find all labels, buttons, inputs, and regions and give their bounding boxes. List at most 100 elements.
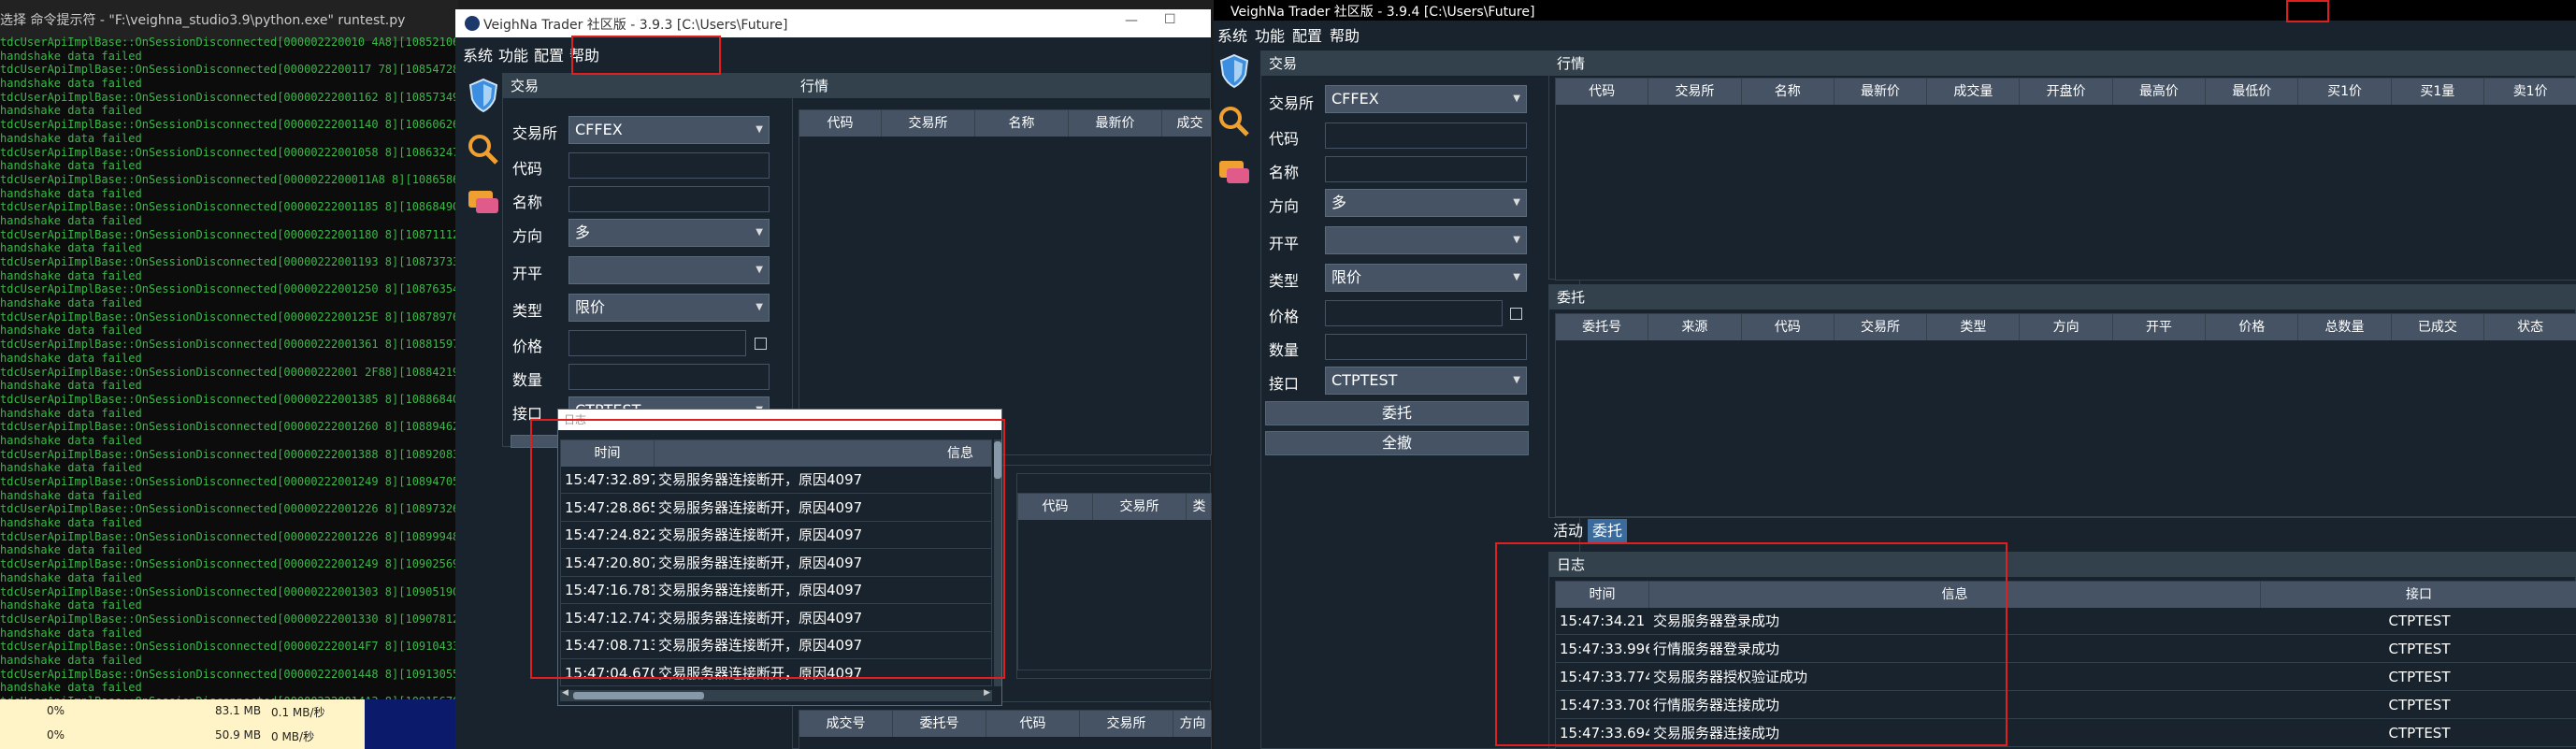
symbol-input[interactable] bbox=[568, 152, 770, 179]
log-row[interactable]: 15:47:33.996 行情服务器登录成功 CTPTEST bbox=[1556, 636, 2576, 663]
col-direction[interactable]: 方向 bbox=[1173, 711, 1211, 737]
menu-config[interactable]: 配置 bbox=[1292, 23, 1322, 46]
col-time[interactable]: 时间 bbox=[561, 440, 655, 467]
col-order-1[interactable]: 来源 bbox=[1648, 314, 1742, 340]
price-input[interactable] bbox=[1325, 300, 1503, 326]
chat-icon[interactable] bbox=[1216, 155, 1253, 193]
volume-input[interactable] bbox=[568, 364, 770, 390]
log-row[interactable]: 15:47:33.694 交易服务器连接成功 CTPTEST bbox=[1556, 720, 2576, 747]
col-market-10[interactable]: 卖1价 bbox=[2484, 79, 2576, 105]
shield-icon[interactable] bbox=[1216, 52, 1253, 90]
maximize-icon[interactable]: ☐ bbox=[1164, 12, 1176, 27]
name-input[interactable] bbox=[1325, 156, 1527, 182]
col-market-9[interactable]: 买1量 bbox=[2392, 79, 2484, 105]
col-order-3[interactable]: 交易所 bbox=[1835, 314, 1928, 340]
offset-select[interactable]: ▼ bbox=[1325, 226, 1527, 254]
log-popup-row[interactable]: 15:47:24.822 交易服务器连接断开，原因4097 bbox=[561, 522, 991, 549]
symbol-input[interactable] bbox=[1325, 122, 1527, 149]
col-gateway[interactable]: 接口 bbox=[2261, 582, 2576, 608]
log-popup-row[interactable]: 15:47:04.670 交易服务器连接断开，原因4097 bbox=[561, 660, 991, 686]
log-popup-row[interactable]: 15:47:12.747 交易服务器连接断开，原因4097 bbox=[561, 605, 991, 632]
col-time[interactable]: 时间 bbox=[1556, 582, 1649, 608]
cancel-all-button[interactable]: 全撤 bbox=[1265, 431, 1529, 455]
col-message[interactable]: 信息 bbox=[655, 440, 991, 467]
log-row[interactable]: 15:47:34.21 交易服务器登录成功 CTPTEST bbox=[1556, 608, 2576, 635]
col-name[interactable]: 名称 bbox=[975, 110, 1069, 137]
scroll-right-icon[interactable]: ▶ bbox=[984, 688, 990, 698]
col-order-10[interactable]: 状态 bbox=[2484, 314, 2576, 340]
log-row[interactable]: 15:47:33.708 行情服务器连接成功 CTPTEST bbox=[1556, 692, 2576, 719]
popup-scrollbar[interactable] bbox=[994, 439, 1001, 686]
direction-select[interactable]: 多 ▼ bbox=[568, 219, 770, 247]
tab-all-orders[interactable]: 委托 bbox=[1588, 519, 1628, 543]
menu-help[interactable]: 帮助 bbox=[1330, 23, 1360, 46]
gateway-label: 接口 bbox=[1269, 375, 1300, 393]
col-market-3[interactable]: 最新价 bbox=[1835, 79, 1928, 105]
col-market-8[interactable]: 买1价 bbox=[2298, 79, 2392, 105]
col-type[interactable]: 类 bbox=[1187, 494, 1211, 520]
direction-select[interactable]: 多 ▼ bbox=[1325, 189, 1527, 217]
col-market-2[interactable]: 名称 bbox=[1742, 79, 1835, 105]
col-symbol[interactable]: 代码 bbox=[1018, 494, 1093, 520]
price-checkbox[interactable] bbox=[755, 338, 767, 350]
exchange-select[interactable]: CFFEX ▼ bbox=[1325, 85, 1527, 113]
gateway-select[interactable]: CTPTEST ▼ bbox=[1325, 367, 1527, 395]
name-input[interactable] bbox=[568, 186, 770, 212]
volume-input[interactable] bbox=[1325, 334, 1527, 360]
col-market-6[interactable]: 最高价 bbox=[2113, 79, 2207, 105]
col-order-id[interactable]: 委托号 bbox=[893, 711, 986, 737]
type-select[interactable]: 限价 ▼ bbox=[568, 294, 770, 322]
chat-icon[interactable] bbox=[465, 185, 502, 223]
col-order-5[interactable]: 方向 bbox=[2021, 314, 2113, 340]
col-trade-id[interactable]: 成交号 bbox=[799, 711, 893, 737]
col-exchange[interactable]: 交易所 bbox=[1093, 494, 1187, 520]
hscroll-thumb[interactable] bbox=[573, 692, 704, 699]
col-order-2[interactable]: 代码 bbox=[1742, 314, 1835, 340]
col-order-7[interactable]: 价格 bbox=[2206, 314, 2299, 340]
log-row[interactable]: 15:47:33.774 交易服务器授权验证成功 CTPTEST bbox=[1556, 664, 2576, 691]
col-market-1[interactable]: 交易所 bbox=[1648, 79, 1742, 105]
col-message[interactable]: 信息 bbox=[1649, 582, 2261, 608]
col-market-0[interactable]: 代码 bbox=[1556, 79, 1649, 105]
col-order-0[interactable]: 委托号 bbox=[1556, 314, 1649, 340]
magnifier-icon[interactable] bbox=[465, 131, 502, 168]
type-select[interactable]: 限价 ▼ bbox=[1325, 264, 1527, 292]
scroll-left-icon[interactable]: ◀ bbox=[562, 688, 568, 698]
col-market-5[interactable]: 开盘价 bbox=[2021, 79, 2113, 105]
log-gateway: CTPTEST bbox=[2388, 669, 2451, 685]
col-market-7[interactable]: 最低价 bbox=[2206, 79, 2299, 105]
log-popup-row[interactable]: 15:47:28.865 交易服务器连接断开，原因4097 bbox=[561, 495, 991, 522]
minimize-icon[interactable]: — bbox=[1125, 13, 1138, 28]
col-exchange[interactable]: 交易所 bbox=[1080, 711, 1173, 737]
menu-function[interactable]: 功能 bbox=[1255, 23, 1285, 46]
price-checkbox[interactable] bbox=[1510, 308, 1522, 320]
col-symbol[interactable]: 代码 bbox=[986, 711, 1080, 737]
col-order-9[interactable]: 已成交 bbox=[2392, 314, 2484, 340]
log-popup-row[interactable]: 15:47:08.713 交易服务器连接断开，原因4097 bbox=[561, 632, 991, 659]
log-popup-row[interactable]: 15:47:20.807 交易服务器连接断开，原因4097 bbox=[561, 550, 991, 577]
col-order-6[interactable]: 开平 bbox=[2113, 314, 2207, 340]
exchange-select[interactable]: CFFEX ▼ bbox=[568, 116, 770, 144]
col-volume[interactable]: 成交 bbox=[1162, 110, 1211, 137]
col-symbol[interactable]: 代码 bbox=[799, 110, 882, 137]
col-market-4[interactable]: 成交量 bbox=[1927, 79, 2021, 105]
menu-system[interactable]: 系统 bbox=[463, 43, 493, 65]
scroll-thumb[interactable] bbox=[994, 441, 1001, 479]
menu-help[interactable]: 帮助 bbox=[569, 43, 599, 65]
shield-icon[interactable] bbox=[465, 77, 502, 114]
log-popup-row[interactable]: 15:47:16.781 交易服务器连接断开，原因4097 bbox=[561, 577, 991, 604]
magnifier-icon[interactable] bbox=[1216, 103, 1253, 140]
offset-select[interactable]: ▼ bbox=[568, 256, 770, 284]
col-exchange[interactable]: 交易所 bbox=[882, 110, 975, 137]
tab-active-orders[interactable]: 活动 bbox=[1548, 519, 1588, 543]
col-order-8[interactable]: 总数量 bbox=[2298, 314, 2392, 340]
col-order-4[interactable]: 类型 bbox=[1927, 314, 2021, 340]
log-popup-row[interactable]: 15:47:32.897 交易服务器连接断开，原因4097 bbox=[561, 467, 991, 494]
order-button[interactable]: 委托 bbox=[1265, 401, 1529, 425]
popup-hscrollbar[interactable]: ◀ ▶ bbox=[560, 688, 992, 701]
col-last-price[interactable]: 最新价 bbox=[1069, 110, 1162, 137]
menu-config[interactable]: 配置 bbox=[534, 43, 564, 65]
menu-system[interactable]: 系统 bbox=[1217, 23, 1247, 46]
menu-function[interactable]: 功能 bbox=[498, 43, 528, 65]
price-input[interactable] bbox=[568, 330, 746, 356]
